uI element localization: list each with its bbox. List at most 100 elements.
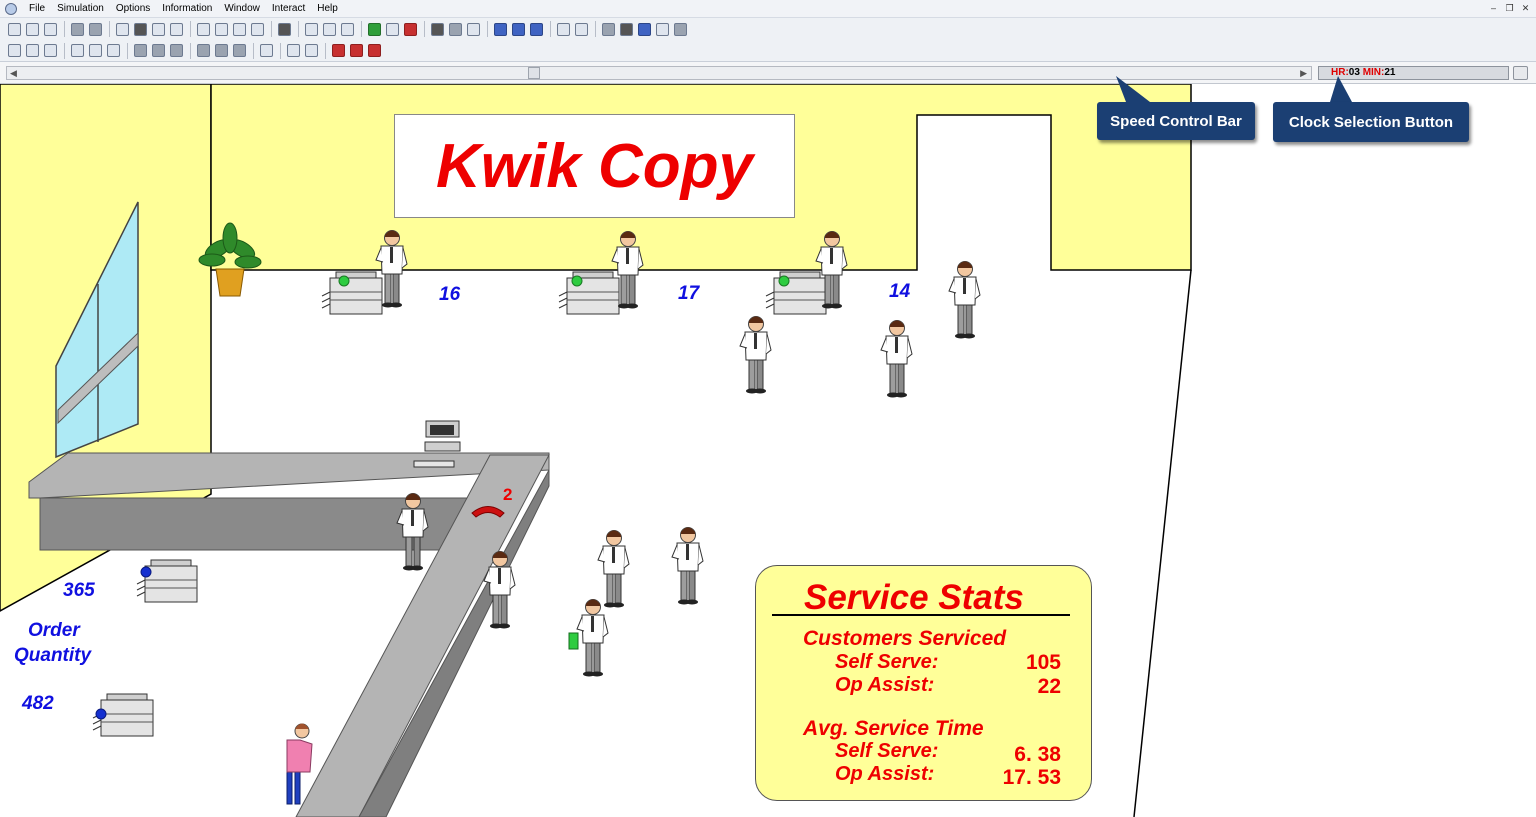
avg-self-serve-value: 6. 38	[1014, 743, 1061, 766]
plot-icon[interactable]	[575, 22, 588, 36]
toolbar-separator	[253, 42, 254, 59]
toolbar-separator	[64, 21, 65, 37]
restore-icon[interactable]: ❐	[1503, 2, 1516, 15]
order-label-line1: Order	[28, 620, 80, 641]
print-icon[interactable]	[674, 22, 687, 36]
counter-count-top: 365	[63, 580, 95, 601]
report-icon[interactable]	[341, 22, 354, 36]
grid-icon[interactable]	[8, 44, 21, 57]
rectangle-icon[interactable]	[116, 22, 129, 36]
op-assist-count: 22	[1037, 675, 1061, 698]
chart-icon[interactable]	[557, 22, 570, 36]
menu-help[interactable]: Help	[311, 3, 344, 14]
new-file-icon[interactable]	[8, 22, 21, 36]
close-icon[interactable]: ✕	[1519, 2, 1532, 15]
view-icon[interactable]	[449, 22, 462, 36]
tools-icon[interactable]	[656, 22, 669, 36]
macro-b-icon[interactable]	[215, 44, 228, 57]
import-icon[interactable]	[350, 44, 363, 57]
toolbar-separator	[190, 42, 191, 59]
step-icon[interactable]	[467, 22, 480, 36]
model-build-icon[interactable]	[305, 22, 318, 36]
settings-icon[interactable]	[602, 22, 615, 36]
entity-icon[interactable]	[170, 22, 183, 36]
op-assist-label: Op Assist:	[835, 674, 935, 696]
window-icon[interactable]	[323, 22, 336, 36]
open-file-icon[interactable]	[26, 22, 39, 36]
copier-count-1: 16	[439, 284, 461, 305]
counter-copier-1	[136, 559, 198, 603]
align-c-icon[interactable]	[170, 44, 183, 57]
customers-serviced-heading: Customers Serviced	[803, 627, 1007, 650]
toolbar-separator	[64, 42, 65, 59]
document-icon[interactable]	[260, 44, 273, 57]
counter-count-bottom: 482	[22, 693, 54, 714]
export-icon[interactable]	[332, 44, 345, 57]
menu-interact[interactable]: Interact	[266, 3, 311, 14]
pause-icon[interactable]	[386, 22, 399, 36]
stop-icon[interactable]	[404, 22, 417, 36]
layout-icon[interactable]	[71, 22, 84, 36]
macro-a-icon[interactable]	[197, 44, 210, 57]
library-icon[interactable]	[89, 22, 102, 36]
toolbar-separator	[190, 21, 191, 37]
run-icon[interactable]	[368, 22, 381, 36]
route-icon[interactable]	[197, 22, 210, 36]
filter-3-icon[interactable]	[530, 22, 543, 36]
toolbar-separator	[298, 21, 299, 37]
align-b-icon[interactable]	[152, 44, 165, 57]
filter-1-icon[interactable]	[494, 22, 507, 36]
schedule-icon[interactable]	[287, 44, 300, 57]
resource-icon[interactable]	[215, 22, 228, 36]
service-stats-title: Service Stats	[804, 578, 1024, 617]
window-controls: – ❐ ✕	[1487, 2, 1532, 15]
store-sign: Kwik Copy	[394, 114, 795, 218]
trace-icon[interactable]	[368, 44, 381, 57]
toolbar-separator	[424, 21, 425, 37]
menu-options[interactable]: Options	[110, 3, 156, 14]
edit-icon[interactable]	[26, 44, 39, 57]
customer-female	[286, 723, 313, 805]
link-icon[interactable]	[71, 44, 84, 57]
minimize-icon[interactable]: –	[1487, 2, 1500, 15]
service-stats-divider	[772, 614, 1070, 616]
main-toolbar	[0, 18, 1536, 40]
menu-window[interactable]: Window	[218, 3, 266, 14]
phone-count: 2	[503, 485, 513, 504]
toolbar-separator	[325, 42, 326, 59]
filter-2-icon[interactable]	[512, 22, 525, 36]
line-icon[interactable]	[152, 22, 165, 36]
counter-copier-2	[92, 693, 154, 737]
self-serve-label: Self Serve:	[835, 651, 939, 673]
copier-count-3: 14	[889, 281, 911, 302]
properties-icon[interactable]	[44, 44, 57, 57]
zoom-fit-icon[interactable]	[89, 44, 102, 57]
zoom-icon[interactable]	[107, 44, 120, 57]
menu-file[interactable]: File	[23, 3, 51, 14]
align-a-icon[interactable]	[134, 44, 147, 57]
store-sign-title: Kwik Copy	[436, 131, 753, 201]
menu-information[interactable]: Information	[156, 3, 218, 14]
triangle-icon[interactable]	[638, 22, 651, 36]
clock-selection-callout-text: Clock Selection Button	[1288, 113, 1454, 131]
circle-icon[interactable]	[134, 22, 147, 36]
simulation-canvas: Speed Control Bar Clock Selection Button…	[0, 76, 1536, 817]
macro-c-icon[interactable]	[233, 44, 246, 57]
save-icon[interactable]	[44, 22, 57, 36]
app-icon[interactable]	[5, 2, 17, 15]
copier-station-1	[321, 271, 383, 315]
order-ticket	[568, 632, 579, 650]
animation-icon[interactable]	[431, 22, 444, 36]
globe-icon[interactable]	[620, 22, 633, 36]
calendar-icon[interactable]	[305, 44, 318, 57]
toolbar-separator	[487, 21, 488, 37]
variable-icon[interactable]	[251, 22, 264, 36]
toolbar-separator	[127, 42, 128, 59]
toolbar-separator	[280, 42, 281, 59]
copier-station-2	[558, 271, 620, 315]
avg-op-assist-value: 17. 53	[1002, 766, 1061, 789]
order-label-line2: Quantity	[14, 645, 92, 666]
menu-simulation[interactable]: Simulation	[51, 3, 110, 14]
info-icon[interactable]	[278, 22, 291, 36]
path-icon[interactable]	[233, 22, 246, 36]
